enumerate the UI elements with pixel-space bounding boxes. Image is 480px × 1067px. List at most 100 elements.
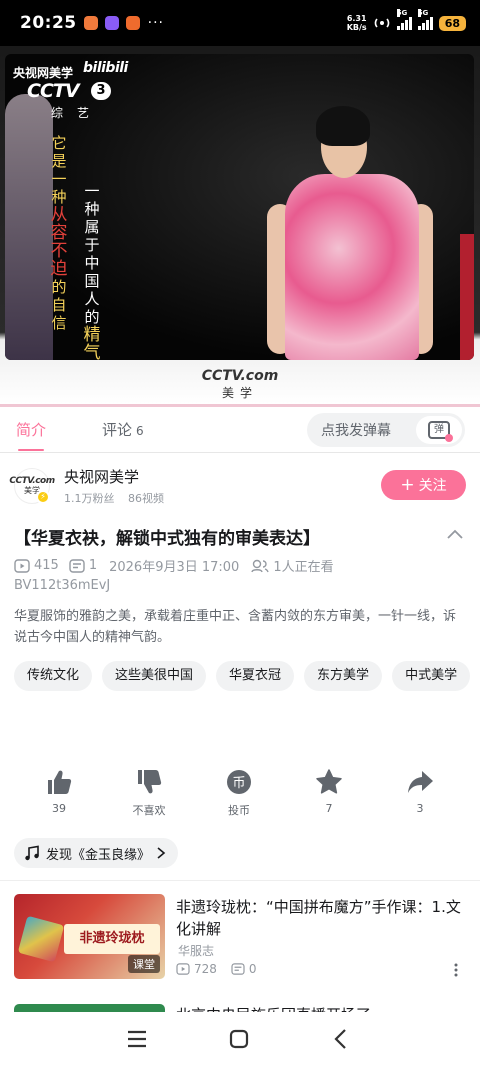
caption-char: 是 bbox=[51, 152, 67, 170]
thumbs-up-icon bbox=[48, 770, 72, 794]
play-count-icon bbox=[14, 558, 30, 573]
caption-char: 它 bbox=[51, 134, 67, 152]
plus-icon: + bbox=[400, 475, 415, 495]
battery-indicator: 68 bbox=[438, 15, 466, 31]
tag-item[interactable]: 中式美学 bbox=[392, 661, 471, 691]
uploader-row[interactable]: CCTV.com 美学 ⚡ 央视网美学 1.1万粉丝 86视频 + 关注 bbox=[0, 462, 480, 512]
caption-char: 一 bbox=[84, 182, 100, 200]
recommendation-item[interactable]: 非遗玲珑枕 课堂 非遗玲珑枕：“中国拼布魔方”手作课：1.文化讲解 华服志 72… bbox=[0, 894, 480, 986]
model-hair bbox=[316, 106, 370, 146]
more-notifications-icon: ··· bbox=[147, 15, 164, 31]
video-frame[interactable]: 央视网美学 bilibili CCTV 3 综艺 它是一种从容不迫的自信 一种属… bbox=[5, 54, 474, 360]
caption-char: 气 bbox=[83, 343, 101, 360]
caption-char: 的 bbox=[51, 278, 67, 296]
status-time: 20:25 bbox=[20, 13, 77, 33]
cctv-com-logo: CCTV.com 美学 bbox=[201, 368, 279, 400]
recommendation-author: 华服志 bbox=[178, 944, 215, 958]
video-title: 【华夏衣袂，解锁中式独有的审美表达】 bbox=[14, 529, 320, 549]
video-figure-left bbox=[5, 94, 53, 360]
caption-char: 于 bbox=[84, 236, 100, 254]
tag-item[interactable]: 东方美学 bbox=[304, 661, 383, 691]
danmaku-count-icon bbox=[231, 963, 245, 975]
patchwork-cube-image bbox=[17, 915, 65, 963]
dislike-button[interactable]: 不喜欢 bbox=[114, 768, 184, 818]
favorite-button[interactable]: 7 bbox=[294, 768, 364, 815]
play-count-icon bbox=[176, 963, 190, 975]
more-options-icon[interactable] bbox=[452, 962, 460, 978]
caption-char: 从 bbox=[50, 205, 68, 225]
caption-char: 人 bbox=[84, 290, 100, 308]
comment-count: 6 bbox=[136, 423, 144, 438]
tag-list: 传统文化 这些美很中国 华夏衣冠 东方美学 中式美学 bbox=[14, 661, 474, 691]
app-notification-icon bbox=[125, 16, 140, 30]
tab-intro[interactable]: 简介 bbox=[16, 407, 46, 453]
tab-comments[interactable]: 评论 6 bbox=[102, 407, 144, 453]
caption-char: 种 bbox=[84, 200, 100, 218]
music-discover-chip[interactable]: 发现《金玉良缘》 bbox=[14, 838, 179, 868]
coin-button[interactable]: 币 投币 bbox=[204, 768, 274, 818]
caption-char: 属 bbox=[84, 218, 100, 236]
video-player[interactable]: 央视网美学 bilibili CCTV 3 综艺 它是一种从容不迫的自信 一种属… bbox=[0, 46, 480, 404]
thumbnail-title: 非遗玲珑枕 bbox=[64, 924, 160, 954]
model-qipao bbox=[285, 174, 419, 360]
tag-item[interactable]: 传统文化 bbox=[14, 661, 93, 691]
caption-char: 不 bbox=[50, 241, 68, 261]
tab-bar: 简介 评论 6 点我发弹幕 弹 bbox=[0, 407, 480, 453]
tag-item[interactable]: 这些美很中国 bbox=[102, 661, 207, 691]
menu-icon[interactable] bbox=[124, 1026, 150, 1052]
caption-right: 一种属于中国人的精气神 bbox=[83, 182, 101, 360]
cell-signal-icon: 5G bbox=[417, 9, 433, 30]
status-bar: 20:25 ··· 6.31 KB/s 5G 5G 68 bbox=[0, 0, 480, 46]
svg-text:币: 币 bbox=[232, 776, 245, 791]
app-notification-icon bbox=[104, 16, 119, 30]
caption-char: 中 bbox=[84, 254, 100, 272]
fans-count: 1.1万粉丝 bbox=[64, 492, 115, 505]
recommendation-stats: 728 0 bbox=[176, 962, 257, 976]
recommendation-thumbnail[interactable]: 非遗玲珑枕 课堂 bbox=[14, 894, 165, 979]
caption-char: 精 bbox=[83, 325, 101, 345]
caption-char: 自 bbox=[51, 296, 67, 314]
follow-button[interactable]: + 关注 bbox=[381, 470, 466, 500]
caption-char: 一 bbox=[51, 170, 67, 188]
play-count: 415 bbox=[34, 558, 59, 573]
video-figure-right bbox=[460, 234, 474, 360]
recommendation-title[interactable]: 非遗玲珑枕：“中国拼布魔方”手作课：1.文化讲解 bbox=[176, 896, 468, 940]
video-description: 华夏服饰的雅韵之美，承载着庄重中正、含蓄内敛的东方审美，一针一线，诉说古今中国人… bbox=[14, 609, 457, 645]
caption-char: 国 bbox=[84, 272, 100, 290]
star-icon bbox=[316, 769, 342, 794]
network-speed: 6.31 KB/s bbox=[346, 14, 367, 32]
caption-char: 信 bbox=[51, 314, 67, 332]
chevron-up-icon[interactable] bbox=[446, 528, 464, 542]
coin-icon: 币 bbox=[227, 770, 251, 794]
caption-char: 迫 bbox=[50, 259, 68, 279]
uploader-stats: 1.1万粉丝 86视频 bbox=[64, 490, 174, 506]
course-badge: 课堂 bbox=[128, 955, 160, 973]
home-icon[interactable] bbox=[226, 1026, 252, 1052]
video-count: 86视频 bbox=[128, 492, 164, 505]
back-icon[interactable] bbox=[328, 1026, 354, 1052]
caption-char: 种 bbox=[51, 188, 67, 206]
like-button[interactable]: 39 bbox=[24, 768, 94, 815]
watermark-text: 央视网美学 bbox=[13, 66, 74, 80]
danmaku-toggle-button[interactable]: 弹 bbox=[416, 416, 462, 444]
bvid[interactable]: BV112t36mEvJ bbox=[14, 578, 110, 593]
channel-name: 综艺 bbox=[51, 106, 104, 120]
share-button[interactable]: 3 bbox=[385, 768, 455, 815]
publish-date: 2026年9月3日 17:00 bbox=[109, 560, 240, 575]
app-notification-icon bbox=[83, 16, 98, 30]
caption-char: 的 bbox=[84, 308, 100, 326]
share-icon bbox=[408, 771, 433, 793]
caption-char: 容 bbox=[50, 223, 68, 243]
caption-left: 它是一种从容不迫的自信 bbox=[50, 134, 68, 332]
tag-item[interactable]: 华夏衣冠 bbox=[216, 661, 295, 691]
uploader-name[interactable]: 央视网美学 bbox=[64, 466, 139, 487]
system-nav-bar bbox=[0, 1012, 480, 1067]
danmaku-input[interactable]: 点我发弹幕 弹 bbox=[307, 413, 465, 447]
video-meta: 415 1 2026年9月3日 17:00 1人正在看 bbox=[14, 556, 334, 575]
divider bbox=[0, 880, 480, 881]
danmaku-count: 1 bbox=[88, 558, 98, 573]
viewers-icon bbox=[251, 559, 270, 572]
verified-badge-icon: ⚡ bbox=[36, 490, 50, 504]
danmaku-icon: 弹 bbox=[428, 421, 453, 442]
bilibili-logo: bilibili bbox=[83, 60, 128, 76]
